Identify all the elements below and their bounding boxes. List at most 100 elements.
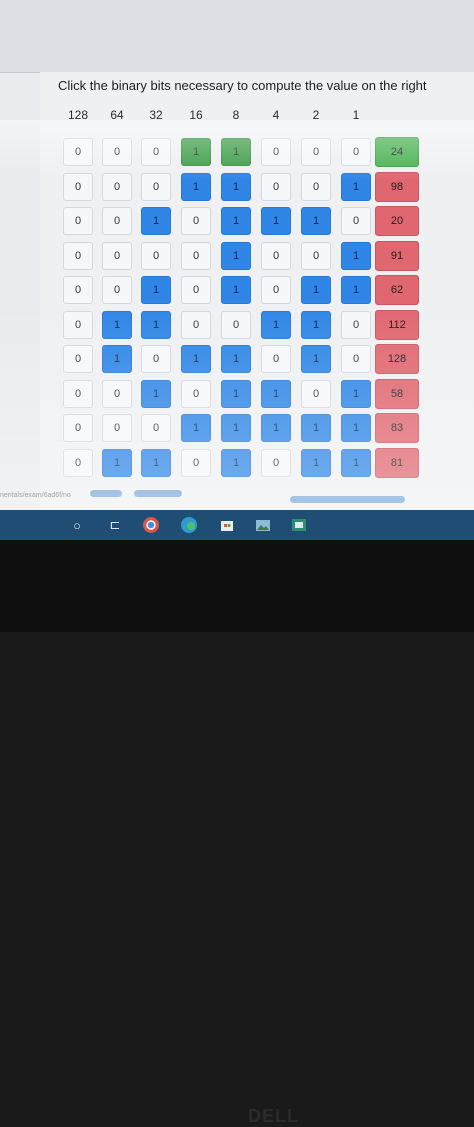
- bit-cell[interactable]: 0: [301, 241, 331, 270]
- bit-cell[interactable]: 1: [102, 448, 132, 477]
- bit-cell[interactable]: 1: [261, 379, 291, 408]
- bit-cell[interactable]: 0: [141, 241, 171, 270]
- bit-cell[interactable]: 0: [181, 207, 211, 235]
- bit-cell[interactable]: 1: [261, 207, 291, 235]
- bit-cell[interactable]: 0: [102, 207, 132, 235]
- bit-cell[interactable]: 0: [102, 138, 132, 166]
- bit-cell[interactable]: 1: [221, 207, 251, 235]
- bit-cell[interactable]: 1: [181, 138, 211, 166]
- edge-icon[interactable]: [178, 514, 200, 536]
- bit-cell[interactable]: 1: [341, 414, 371, 442]
- bit-cell[interactable]: 0: [181, 379, 211, 408]
- bit-cell[interactable]: 0: [261, 172, 291, 201]
- bit-cell[interactable]: 1: [221, 379, 251, 408]
- scroll-pill-1: [90, 490, 122, 497]
- bit-cell[interactable]: 1: [261, 414, 291, 442]
- bit-cell[interactable]: 1: [261, 310, 291, 339]
- bit-cell[interactable]: 0: [341, 310, 371, 339]
- scroll-pill-3: [290, 496, 405, 503]
- bit-cell[interactable]: 0: [102, 414, 132, 442]
- bit-cell[interactable]: 0: [341, 207, 371, 235]
- bit-cell[interactable]: 0: [341, 138, 371, 166]
- bit-cell[interactable]: 0: [102, 276, 132, 304]
- instruction-text: Click the binary bits necessary to compu…: [58, 78, 427, 93]
- bit-cell[interactable]: 1: [301, 448, 331, 477]
- bit-cell[interactable]: 0: [63, 241, 93, 270]
- bit-cell[interactable]: 1: [301, 414, 331, 442]
- bit-cell[interactable]: 0: [261, 345, 291, 373]
- bit-cell[interactable]: 0: [63, 138, 93, 166]
- bit-cell[interactable]: 1: [221, 448, 251, 477]
- bit-cell[interactable]: 1: [181, 414, 211, 442]
- bit-cell[interactable]: 1: [301, 310, 331, 339]
- browser-top-band: [0, 0, 474, 73]
- bit-cell[interactable]: 1: [102, 310, 132, 339]
- bit-cell[interactable]: 1: [181, 172, 211, 201]
- bit-cell[interactable]: 0: [261, 241, 291, 270]
- bit-cell[interactable]: 1: [141, 379, 171, 408]
- bit-cell[interactable]: 0: [181, 241, 211, 270]
- bit-cell[interactable]: 0: [141, 172, 171, 201]
- bit-cell[interactable]: 0: [301, 379, 331, 408]
- laptop-bezel: DELL: [0, 540, 474, 1126]
- bit-cell[interactable]: 1: [141, 448, 171, 477]
- bit-cell[interactable]: 0: [102, 241, 132, 270]
- store-icon[interactable]: [216, 514, 238, 536]
- bit-cell[interactable]: 0: [141, 414, 171, 442]
- brand-logo: DELL: [248, 1106, 299, 1126]
- photos-icon[interactable]: [252, 514, 274, 536]
- bit-header-2: 2: [312, 108, 320, 122]
- bit-cell[interactable]: 1: [221, 345, 251, 373]
- bit-cell[interactable]: 0: [261, 276, 291, 304]
- bit-cell[interactable]: 1: [301, 345, 331, 373]
- bit-cell[interactable]: 0: [63, 414, 93, 442]
- bit-cell[interactable]: 0: [301, 172, 331, 201]
- bit-cell[interactable]: 1: [221, 172, 251, 201]
- bit-cell[interactable]: 0: [301, 138, 331, 166]
- status-url: nentals/exam/6ad6f/no: [0, 492, 71, 499]
- bit-cell[interactable]: 1: [341, 448, 371, 477]
- bit-cell[interactable]: 0: [102, 172, 132, 201]
- start-circle-icon[interactable]: ○: [66, 514, 88, 536]
- bit-cell[interactable]: 0: [181, 276, 211, 304]
- bit-cell[interactable]: 0: [141, 345, 171, 373]
- bit-cell[interactable]: 1: [341, 276, 371, 304]
- bit-cell[interactable]: 0: [63, 448, 93, 477]
- bit-cell[interactable]: 1: [141, 276, 171, 304]
- bit-cell[interactable]: 1: [301, 276, 331, 304]
- bit-cell[interactable]: 1: [141, 310, 171, 339]
- bit-cell[interactable]: 1: [301, 207, 331, 235]
- bit-cell[interactable]: 0: [181, 310, 211, 339]
- bit-cell[interactable]: 0: [181, 448, 211, 477]
- bit-cell[interactable]: 1: [221, 241, 251, 270]
- bit-cell[interactable]: 1: [181, 345, 211, 373]
- chrome-icon[interactable]: [140, 514, 162, 536]
- bit-cell[interactable]: 0: [341, 345, 371, 373]
- bit-cell[interactable]: 0: [63, 207, 93, 235]
- bit-cell[interactable]: 0: [63, 276, 93, 304]
- bit-cell[interactable]: 1: [221, 276, 251, 304]
- bit-cell[interactable]: 0: [261, 448, 291, 477]
- bit-cell[interactable]: 1: [221, 414, 251, 442]
- bit-cell[interactable]: 0: [63, 172, 93, 201]
- bit-cell[interactable]: 0: [261, 138, 291, 166]
- bit-cell[interactable]: 1: [341, 172, 371, 201]
- bit-cell[interactable]: 1: [341, 379, 371, 408]
- bit-cell[interactable]: 1: [221, 138, 251, 166]
- bit-cell[interactable]: 1: [341, 241, 371, 270]
- bit-cell[interactable]: 0: [141, 138, 171, 166]
- bit-cell[interactable]: 0: [63, 310, 93, 339]
- bit-cell[interactable]: 0: [63, 345, 93, 373]
- target-value: 112: [375, 309, 419, 340]
- bit-cell[interactable]: 0: [63, 379, 93, 408]
- bit-cell[interactable]: 0: [102, 379, 132, 408]
- task-view-icon[interactable]: ⊏: [104, 514, 126, 536]
- bit-cell[interactable]: 0: [221, 310, 251, 339]
- bit-header-64: 64: [110, 108, 124, 122]
- bit-cell[interactable]: 1: [141, 207, 171, 235]
- app-icon[interactable]: [288, 514, 310, 536]
- target-value: 98: [375, 171, 419, 202]
- bit-header-8: 8: [232, 108, 240, 122]
- bit-cell[interactable]: 1: [102, 345, 132, 373]
- monitor-screen: Click the binary bits necessary to compu…: [0, 0, 474, 540]
